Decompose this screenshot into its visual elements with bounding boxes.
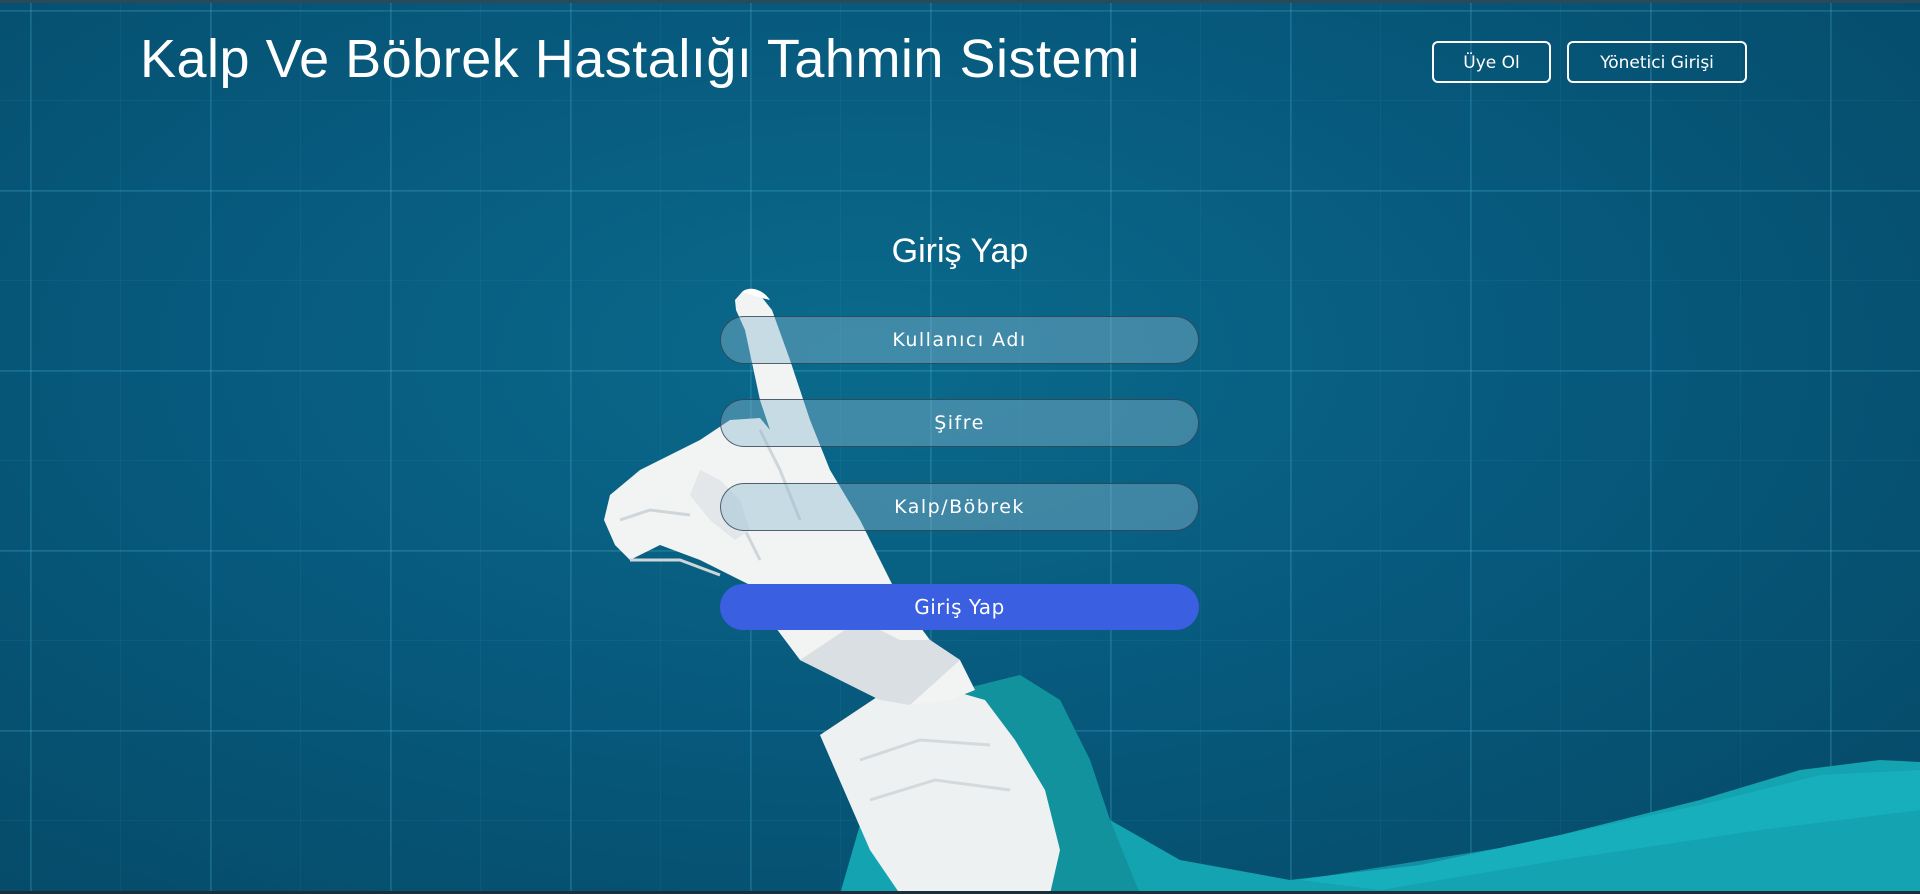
background-grid bbox=[0, 0, 1920, 894]
username-input[interactable] bbox=[720, 316, 1199, 364]
password-input[interactable] bbox=[720, 399, 1199, 447]
admin-login-button[interactable]: Yönetici Girişi bbox=[1567, 41, 1747, 83]
top-border bbox=[0, 0, 1920, 3]
disease-type-input[interactable] bbox=[720, 483, 1199, 531]
register-button[interactable]: Üye Ol bbox=[1432, 41, 1551, 83]
site-title: Kalp Ve Böbrek Hastalığı Tahmin Sistemi bbox=[140, 29, 1140, 89]
login-form-title: Giriş Yap bbox=[891, 232, 1029, 270]
login-submit-button[interactable]: Giriş Yap bbox=[720, 584, 1199, 630]
login-page: Kalp Ve Böbrek Hastalığı Tahmin Sistemi … bbox=[0, 0, 1920, 894]
